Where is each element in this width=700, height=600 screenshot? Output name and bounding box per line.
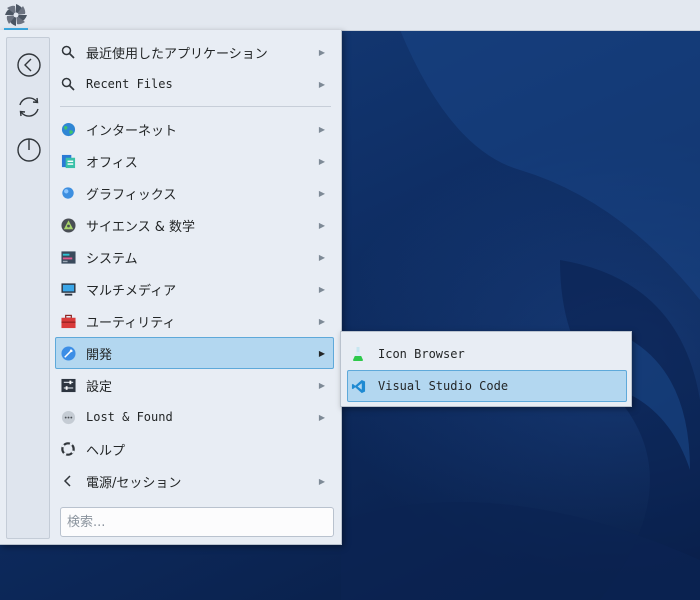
menu-item-utilities[interactable]: ユーティリティ ▶ <box>55 306 334 336</box>
menu-item-label: 最近使用したアプリケーション <box>86 46 268 62</box>
development-submenu: Icon Browser Visual Studio Code <box>340 331 632 407</box>
submenu-arrow-icon: ▶ <box>318 47 326 57</box>
menu-item-label: ヘルプ <box>86 443 126 459</box>
menu-item-label: 電源/セッション <box>86 475 182 491</box>
submenu-arrow-icon: ▶ <box>318 79 326 89</box>
search-input[interactable] <box>60 507 334 537</box>
icon-browser-flask-icon <box>350 346 366 362</box>
development-icon <box>60 345 76 361</box>
submenu-arrow-icon: ▶ <box>318 220 326 230</box>
menu-item-label: Recent Files <box>86 77 173 91</box>
submenu-arrow-icon: ▶ <box>318 124 326 134</box>
help-lifebuoy-icon <box>60 441 76 457</box>
graphics-icon <box>60 185 76 201</box>
chevron-left-icon <box>60 473 76 489</box>
menu-sidebar <box>6 37 50 539</box>
internet-globe-icon <box>60 121 76 137</box>
menu-item-science-math[interactable]: サイエンス & 数学 ▶ <box>55 210 334 240</box>
vscode-icon <box>350 378 366 394</box>
menu-item-label: マルチメディア <box>86 283 177 299</box>
lost-found-icon <box>60 409 76 425</box>
menu-item-settings[interactable]: 設定 ▶ <box>55 370 334 400</box>
submenu-arrow-icon: ▶ <box>318 348 326 358</box>
multimedia-icon <box>60 281 76 297</box>
menu-item-help[interactable]: ヘルプ <box>55 434 334 464</box>
submenu-arrow-icon: ▶ <box>318 412 326 422</box>
search-icon <box>60 44 76 60</box>
menu-separator <box>60 106 331 107</box>
submenu-arrow-icon: ▶ <box>318 156 326 166</box>
science-icon <box>60 217 76 233</box>
application-menu: 最近使用したアプリケーション ▶ Recent Files ▶ インターネット … <box>0 30 342 545</box>
menu-item-label: 設定 <box>86 379 113 395</box>
menu-item-graphics[interactable]: グラフィックス ▶ <box>55 178 334 208</box>
back-icon <box>17 53 41 77</box>
menu-item-label: オフィス <box>86 155 138 171</box>
menu-item-power-session[interactable]: 電源/セッション ▶ <box>55 466 334 496</box>
menu-item-label: 開発 <box>86 347 113 363</box>
switch-user-icon <box>19 97 39 117</box>
power-button[interactable] <box>15 135 43 163</box>
submenu-arrow-icon: ▶ <box>318 380 326 390</box>
office-icon <box>60 153 76 169</box>
menu-item-multimedia[interactable]: マルチメディア ▶ <box>55 274 334 304</box>
system-icon <box>60 249 76 265</box>
power-icon <box>17 138 41 162</box>
menu-item-label: インターネット <box>86 123 178 139</box>
utilities-toolbox-icon <box>60 313 76 329</box>
submenu-item-visual-studio-code[interactable]: Visual Studio Code <box>347 370 627 402</box>
menu-item-lost-found[interactable]: Lost & Found ▶ <box>55 402 334 432</box>
submenu-arrow-icon: ▶ <box>318 476 326 486</box>
switch-user-button[interactable] <box>15 93 43 121</box>
top-panel <box>0 0 700 31</box>
menu-item-office[interactable]: オフィス ▶ <box>55 146 334 176</box>
menu-item-internet[interactable]: インターネット ▶ <box>55 114 334 144</box>
submenu-arrow-icon: ▶ <box>318 316 326 326</box>
kicker-swirl-icon <box>5 4 27 26</box>
submenu-arrow-icon: ▶ <box>318 252 326 262</box>
submenu-item-icon-browser[interactable]: Icon Browser <box>347 339 627 369</box>
submenu-item-label: Visual Studio Code <box>378 379 509 393</box>
submenu-arrow-icon: ▶ <box>318 188 326 198</box>
settings-icon <box>60 377 76 393</box>
application-launcher-button[interactable] <box>2 1 30 29</box>
menu-item-label: サイエンス & 数学 <box>86 219 196 235</box>
submenu-item-label: Icon Browser <box>378 347 465 361</box>
menu-item-recent-applications[interactable]: 最近使用したアプリケーション ▶ <box>55 37 334 67</box>
search-icon <box>60 76 76 92</box>
menu-item-label: Lost & Found <box>86 410 173 424</box>
back-button[interactable] <box>15 51 43 79</box>
menu-item-system[interactable]: システム ▶ <box>55 242 334 272</box>
submenu-arrow-icon: ▶ <box>318 284 326 294</box>
menu-item-recent-files[interactable]: Recent Files ▶ <box>55 69 334 99</box>
menu-item-label: ユーティリティ <box>86 315 176 331</box>
menu-item-development[interactable]: 開発 ▶ <box>55 337 334 369</box>
menu-item-label: グラフィックス <box>86 187 177 203</box>
menu-item-label: システム <box>86 251 138 267</box>
